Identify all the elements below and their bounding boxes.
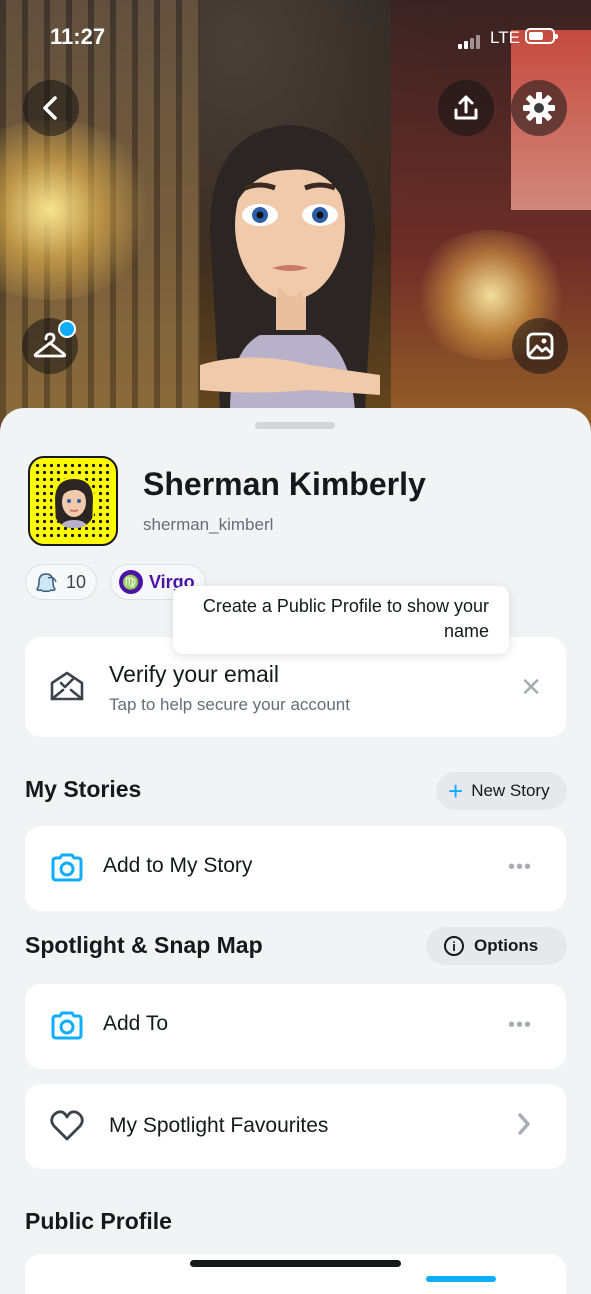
battery-icon — [525, 28, 558, 44]
virgo-icon: ♍ — [119, 570, 143, 594]
network-label: LTE — [490, 28, 520, 47]
verify-subtitle: Tap to help secure your account — [109, 695, 350, 714]
my-stories-title: My Stories — [25, 776, 142, 802]
bitmoji-outfit-button[interactable] — [22, 318, 78, 374]
friends-chip[interactable]: 10 — [25, 564, 97, 600]
add-to-spotlight-label: Add To — [103, 1012, 168, 1035]
username[interactable]: sherman_kimberl — [143, 515, 273, 535]
close-icon[interactable]: ✕ — [520, 674, 542, 700]
envelope-check-icon — [50, 671, 84, 701]
new-story-button[interactable]: + New Story — [436, 772, 567, 810]
background-gallery-button[interactable] — [512, 318, 568, 374]
add-to-spotlight-row[interactable]: Add To ••• — [25, 984, 566, 1069]
new-story-label: New Story — [471, 781, 550, 800]
tooltip-line2: name — [443, 621, 489, 641]
info-icon: i — [444, 936, 464, 956]
bitmoji-avatar — [200, 125, 380, 410]
status-bar: 11:27 LTE — [0, 0, 591, 76]
sheet-handle[interactable] — [255, 422, 335, 429]
spotlight-title: Spotlight & Snap Map — [25, 932, 263, 958]
ghost-icon — [36, 573, 57, 593]
public-profile-tooltip[interactable]: Create a Public Profile to show your nam… — [173, 586, 509, 654]
options-label: Options — [474, 936, 539, 955]
verify-title: Verify your email — [109, 661, 280, 687]
camera-icon — [51, 1011, 83, 1040]
spotlight-favourites-label: My Spotlight Favourites — [109, 1114, 329, 1137]
gear-icon — [523, 92, 555, 124]
create-button-edge[interactable] — [426, 1276, 496, 1282]
plus-icon: + — [448, 776, 464, 806]
signal-icon — [458, 31, 482, 49]
snapcode[interactable] — [28, 456, 118, 546]
settings-button[interactable] — [511, 80, 567, 136]
share-button[interactable] — [438, 80, 494, 136]
more-icon[interactable]: ••• — [508, 856, 532, 879]
add-to-my-story-label: Add to My Story — [103, 854, 253, 877]
options-button[interactable]: i Options — [426, 927, 567, 965]
camera-icon — [51, 853, 83, 882]
heart-icon — [50, 1110, 84, 1141]
add-to-my-story-row[interactable]: Add to My Story ••• — [25, 826, 566, 911]
friends-count: 10 — [66, 571, 87, 592]
chevron-right-icon — [518, 1113, 530, 1135]
status-time: 11:27 — [50, 24, 106, 49]
more-icon[interactable]: ••• — [508, 1014, 532, 1037]
share-icon — [454, 95, 478, 120]
back-icon — [43, 96, 57, 120]
public-profile-title: Public Profile — [25, 1208, 172, 1234]
tooltip-line1: Create a Public Profile to show your — [202, 596, 489, 616]
spotlight-favourites-row[interactable]: My Spotlight Favourites — [25, 1084, 566, 1169]
notification-dot — [58, 320, 76, 338]
back-button[interactable] — [23, 80, 79, 136]
display-name: Sherman Kimberly — [143, 466, 426, 502]
gallery-icon — [526, 332, 554, 360]
snapcode-bitmoji — [52, 476, 96, 528]
home-indicator[interactable] — [190, 1260, 401, 1267]
